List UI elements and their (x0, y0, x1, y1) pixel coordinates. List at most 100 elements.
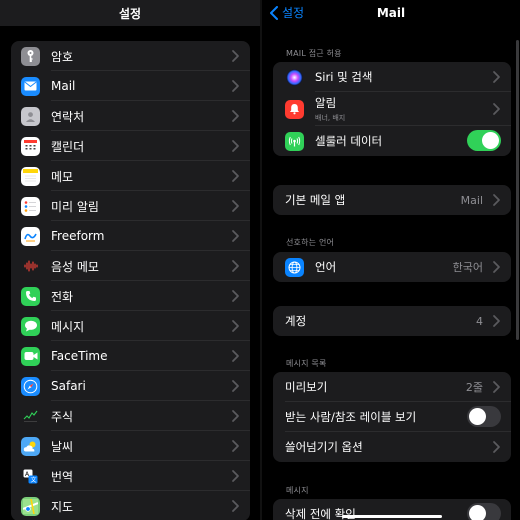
section-header-access: MAIL 접근 허용 (286, 49, 342, 58)
settings-item[interactable]: 연락처 (11, 101, 250, 131)
settings-item[interactable]: 메시지 (11, 311, 250, 341)
chevron-right-icon (493, 381, 500, 393)
chevron-right-icon (232, 230, 239, 242)
scrollbar[interactable] (516, 40, 519, 340)
notifications-label: 알림 (315, 96, 337, 110)
safari-icon (21, 376, 40, 396)
settings-item[interactable]: 암호 (11, 41, 250, 71)
contacts-icon (21, 106, 40, 126)
mail-nav-bar: 설정 Mail (262, 0, 520, 26)
accounts-count: 4 (476, 314, 483, 328)
access-group: Siri 및 검색 알림 배너, 배지 셀룰러 데이터 (273, 62, 511, 156)
chevron-right-icon (493, 194, 500, 206)
preview-row[interactable]: 미리보기 2줄 (273, 372, 511, 402)
settings-item-label: Safari (51, 379, 86, 393)
chevron-right-icon (232, 80, 239, 92)
default-mail-app-row[interactable]: 기본 메일 앱 Mail (273, 185, 511, 215)
back-label: 설정 (282, 6, 305, 20)
settings-item[interactable]: Mail (11, 71, 250, 101)
chevron-right-icon (232, 380, 239, 392)
settings-item-label: 지도 (51, 499, 74, 514)
section-header-language: 선호하는 언어 (286, 238, 335, 247)
maps-icon (21, 496, 40, 516)
settings-item[interactable]: 주식 (11, 401, 250, 431)
settings-pane: 설정 암호 Mail 연락처 캘린더메모미리 알림 Freeform 음성 메모전화메시지… (0, 0, 260, 520)
default-app-group: 기본 메일 앱 Mail (273, 185, 511, 215)
chevron-right-icon (493, 315, 500, 327)
calendar-icon (21, 136, 40, 156)
chevron-right-icon (232, 200, 239, 212)
cellular-data-toggle[interactable] (467, 130, 501, 151)
notifications-row[interactable]: 알림 배너, 배지 (273, 92, 511, 126)
chevron-right-icon (493, 441, 500, 453)
settings-item-label: Mail (51, 79, 76, 93)
settings-item-label: 번역 (51, 469, 74, 484)
settings-list: 암호 Mail 연락처 캘린더메모미리 알림 Freeform 음성 메모전화메시지 Fac… (11, 41, 250, 520)
language-row[interactable]: 언어 한국어 (273, 252, 511, 282)
svg-text:文: 文 (31, 476, 37, 484)
cellular-antenna-icon (285, 131, 304, 151)
phone-icon (21, 286, 40, 306)
swipe-options-row[interactable]: 쓸어넘기기 옵션 (273, 432, 511, 462)
settings-item[interactable]: FaceTime (11, 341, 250, 371)
chevron-right-icon (232, 350, 239, 362)
default-mail-app-label: 기본 메일 앱 (285, 193, 346, 207)
settings-item-label: 전화 (51, 289, 74, 304)
settings-item[interactable]: 전화 (11, 281, 250, 311)
reminders-icon (21, 196, 40, 216)
section-header-message-list: 메시지 목록 (286, 359, 327, 368)
settings-item[interactable]: 음성 메모 (11, 251, 250, 281)
settings-item[interactable]: Safari (11, 371, 250, 401)
settings-item[interactable]: A 文 번역 (11, 461, 250, 491)
ask-before-delete-toggle[interactable] (467, 503, 501, 520)
stocks-icon (21, 406, 40, 426)
siri-search-row[interactable]: Siri 및 검색 (273, 62, 511, 92)
chevron-right-icon (232, 440, 239, 452)
settings-item-label: 메시지 (51, 319, 85, 334)
message-list-group: 미리보기 2줄 받는 사람/참조 레이블 보기 쓸어넘기기 옵션 (273, 372, 511, 462)
toggle-knob (469, 505, 486, 520)
settings-item[interactable]: 메모 (11, 161, 250, 191)
language-group: 언어 한국어 (273, 252, 511, 282)
siri-search-label: Siri 및 검색 (315, 70, 373, 84)
language-value: 한국어 (452, 261, 483, 274)
chevron-right-icon (493, 261, 500, 273)
mail-icon (21, 76, 40, 96)
chevron-left-icon (270, 5, 278, 20)
chevron-right-icon (232, 470, 239, 482)
settings-item[interactable]: 지도 (11, 491, 250, 520)
settings-item[interactable]: 미리 알림 (11, 191, 250, 221)
settings-item[interactable]: Freeform (11, 221, 250, 251)
notifications-sublabel: 배너, 배지 (315, 114, 346, 122)
chevron-right-icon (232, 110, 239, 122)
settings-item-label: 음성 메모 (51, 259, 99, 274)
back-button[interactable]: 설정 (270, 4, 304, 21)
notifications-text: 알림 배너, 배지 (315, 95, 499, 123)
home-indicator (342, 515, 442, 518)
weather-icon (21, 436, 40, 456)
preview-label: 미리보기 (285, 380, 328, 394)
chevron-right-icon (232, 500, 239, 512)
settings-title: 설정 (118, 6, 142, 21)
settings-item-label: 미리 알림 (51, 199, 99, 214)
chevron-right-icon (232, 140, 239, 152)
settings-item-label: Freeform (51, 229, 105, 243)
settings-item[interactable]: 날씨 (11, 431, 250, 461)
accounts-group: 계정 4 (273, 306, 511, 336)
chevron-right-icon (232, 260, 239, 272)
show-to-cc-toggle[interactable] (467, 406, 501, 427)
settings-item-label: 메모 (51, 169, 74, 184)
translate-icon: A文 (21, 466, 40, 486)
chevron-right-icon (493, 103, 500, 115)
settings-item[interactable]: 캘린더 (11, 131, 250, 161)
preview-value: 2줄 (465, 381, 483, 394)
toggle-knob (469, 408, 486, 425)
settings-item-label: 암호 (51, 49, 74, 64)
freeform-icon (21, 226, 40, 246)
bell-icon (285, 99, 304, 119)
swipe-options-label: 쓸어넘기기 옵션 (285, 440, 363, 454)
accounts-row[interactable]: 계정 4 (273, 306, 511, 336)
messages-icon (21, 316, 40, 336)
show-to-cc-row: 받는 사람/참조 레이블 보기 (273, 402, 511, 432)
voice-memos-icon (21, 256, 40, 276)
